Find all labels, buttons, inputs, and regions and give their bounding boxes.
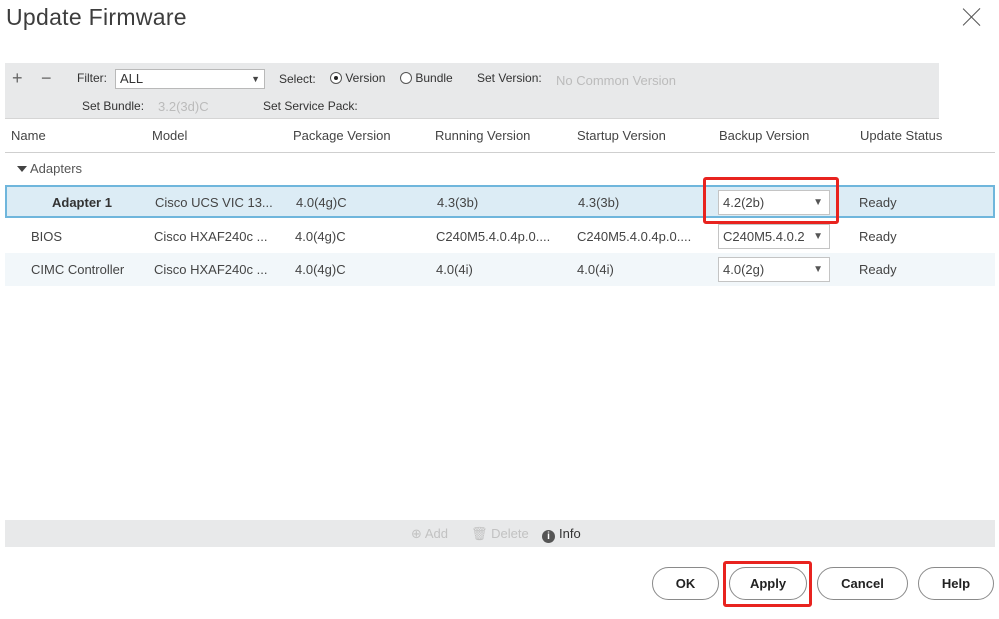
trash-icon: 🗑 [471, 526, 488, 541]
row-name: BIOS [31, 229, 63, 244]
row-update-status: Ready [859, 262, 897, 277]
header-update-status[interactable]: Update Status [860, 128, 942, 143]
dialog-title: Update Firmware [6, 4, 187, 30]
row-running-version: 4.0(4i) [436, 262, 473, 277]
add-icon[interactable]: + [12, 69, 23, 87]
set-bundle-value: 3.2(3d)C [158, 99, 209, 114]
backup-version-value: 4.2(2b) [723, 195, 765, 210]
group-label: Adapters [30, 161, 83, 176]
header-running-version[interactable]: Running Version [435, 128, 530, 143]
ok-button[interactable]: OK [652, 567, 719, 600]
row-startup-version: 4.3(3b) [578, 195, 620, 210]
row-name: Adapter 1 [52, 195, 112, 210]
group-row-adapters[interactable]: Adapters [5, 153, 995, 183]
backup-version-value: 4.0(2g) [723, 262, 765, 277]
filter-value: ALL [120, 71, 144, 86]
row-package-version: 4.0(4g)C [296, 195, 347, 210]
backup-version-value: C240M5.4.0.2 [723, 229, 805, 244]
row-update-status: Ready [859, 195, 897, 210]
row-package-version: 4.0(4g)C [295, 262, 346, 277]
add-circle-icon: ⊕ [411, 526, 422, 541]
info-action[interactable]: i Info [542, 526, 581, 543]
table-row[interactable]: CIMC Controller Cisco HXAF240c ... 4.0(4… [5, 253, 995, 286]
row-name: CIMC Controller [31, 262, 125, 277]
version-radio-label: Version [345, 71, 386, 85]
cancel-button[interactable]: Cancel [817, 567, 908, 600]
chevron-down-icon: ▼ [251, 74, 260, 84]
row-package-version: 4.0(4g)C [295, 229, 346, 244]
row-model: Cisco UCS VIC 13... [155, 195, 273, 210]
header-backup-version[interactable]: Backup Version [719, 128, 809, 143]
chevron-down-icon: ▼ [811, 191, 823, 214]
set-version-value: No Common Version [556, 73, 676, 88]
bottom-toolbar: ⊕ Add 🗑 Delete i Info [5, 520, 995, 547]
filter-label: Filter: [77, 71, 107, 85]
radio-checked-icon[interactable] [330, 72, 342, 84]
apply-button[interactable]: Apply [729, 567, 807, 600]
collapse-triangle-icon[interactable] [17, 166, 27, 172]
table-row[interactable]: BIOS Cisco HXAF240c ... 4.0(4g)C C240M5.… [5, 220, 995, 253]
row-model: Cisco HXAF240c ... [154, 262, 268, 277]
chevron-down-icon: ▼ [811, 258, 823, 281]
header-package-version[interactable]: Package Version [293, 128, 391, 143]
row-running-version: C240M5.4.0.4p.0.... [436, 229, 551, 244]
add-action-label: Add [424, 526, 448, 541]
radio-unchecked-icon[interactable] [400, 72, 412, 84]
bundle-radio[interactable]: Bundle [400, 71, 453, 85]
row-model: Cisco HXAF240c ... [154, 229, 268, 244]
header-startup-version[interactable]: Startup Version [577, 128, 666, 143]
header-name[interactable]: Name [11, 128, 46, 143]
row-update-status: Ready [859, 229, 897, 244]
version-radio[interactable]: Version [330, 71, 385, 85]
select-label: Select: [279, 72, 316, 86]
table-header: Name Model Package Version Running Versi… [5, 120, 995, 153]
delete-action: 🗑 Delete [471, 526, 529, 542]
chevron-down-icon: ▼ [811, 225, 823, 248]
info-action-label: Info [559, 526, 581, 541]
backup-version-dropdown[interactable]: C240M5.4.0.2 ▼ [718, 224, 830, 249]
table-row[interactable]: Adapter 1 Cisco UCS VIC 13... 4.0(4g)C 4… [5, 185, 995, 218]
backup-version-dropdown[interactable]: 4.2(2b) ▼ [718, 190, 830, 215]
row-startup-version: C240M5.4.0.4p.0.... [577, 229, 692, 244]
add-action: ⊕ Add [411, 526, 448, 542]
info-icon: i [542, 530, 555, 543]
backup-version-dropdown[interactable]: 4.0(2g) ▼ [718, 257, 830, 282]
close-icon[interactable] [959, 4, 985, 30]
set-version-label: Set Version: [477, 71, 542, 85]
set-service-pack-label: Set Service Pack: [263, 99, 358, 113]
filter-dropdown[interactable]: ALL ▼ [115, 69, 265, 89]
row-running-version: 4.3(3b) [437, 195, 479, 210]
set-bundle-label: Set Bundle: [82, 99, 145, 113]
delete-action-label: Delete [491, 526, 529, 541]
header-model[interactable]: Model [152, 128, 187, 143]
filter-toolbar: + − Filter: ALL ▼ Select: Version Bundle… [5, 63, 939, 119]
remove-icon[interactable]: − [41, 69, 52, 87]
bundle-radio-label: Bundle [415, 71, 453, 85]
help-button[interactable]: Help [918, 567, 994, 600]
row-startup-version: 4.0(4i) [577, 262, 614, 277]
